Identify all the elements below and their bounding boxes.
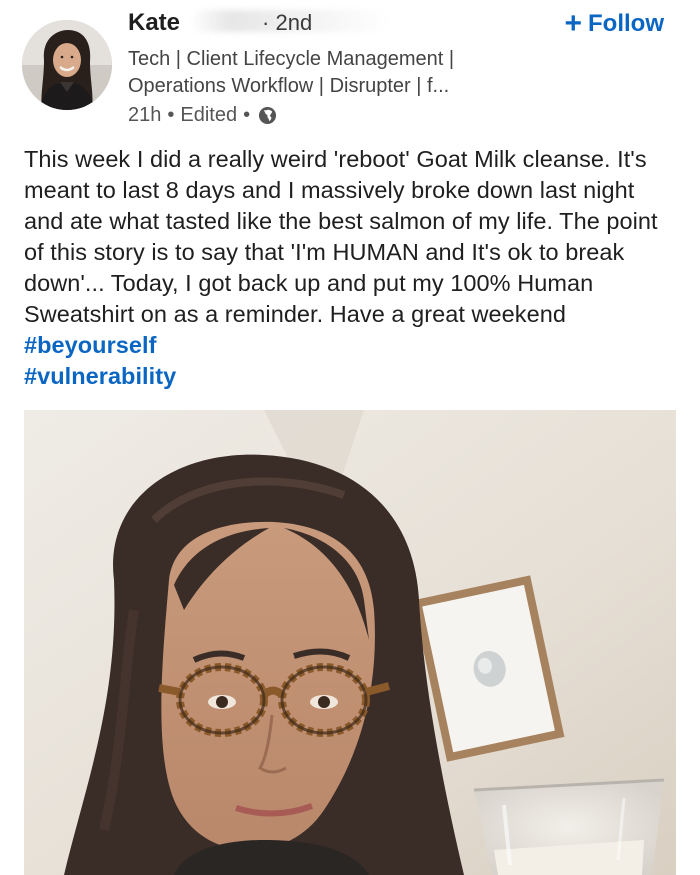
meta-separator: • — [243, 103, 251, 126]
hashtag-vulnerability[interactable]: #vulnerability — [24, 363, 176, 389]
post-body: This week I did a really weird 'reboot' … — [24, 146, 658, 327]
linkedin-post: Kate · 2nd Tech | Client Lifecycle Manag… — [0, 0, 700, 875]
selfie-photo — [24, 410, 676, 875]
hashtag-beyourself[interactable]: #beyourself — [24, 332, 156, 358]
author-name-row: Kate · 2nd — [128, 8, 538, 44]
connection-degree: · 2nd — [262, 10, 313, 35]
avatar-photo — [22, 20, 112, 110]
author-headline: Tech | Client Lifecycle Management | Ope… — [128, 48, 455, 97]
post-image[interactable] — [24, 410, 676, 875]
post-time: 21h — [128, 103, 162, 126]
avatar[interactable] — [22, 20, 112, 110]
post-meta: 21h • Edited • — [128, 102, 538, 128]
plus-icon: + — [564, 7, 583, 40]
author-info: Kate · 2nd Tech | Client Lifecycle Manag… — [128, 8, 538, 128]
connection-degree-value: 2nd — [275, 10, 313, 35]
globe-icon[interactable] — [258, 106, 277, 125]
edited-label: Edited — [180, 103, 238, 126]
follow-button[interactable]: + Follow — [564, 7, 664, 40]
author-name[interactable]: Kate — [128, 9, 180, 37]
post-text: This week I did a really weird 'reboot' … — [24, 144, 674, 392]
follow-label: Follow — [588, 10, 664, 37]
meta-separator: • — [167, 103, 175, 126]
